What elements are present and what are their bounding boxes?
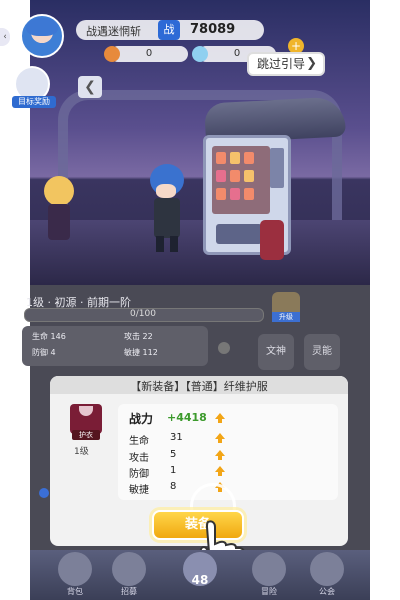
blonde-character bbox=[36, 170, 82, 250]
arrow-up-icon bbox=[214, 465, 226, 477]
chevron-right-icon: ❯ bbox=[306, 56, 317, 71]
item-level: 1级 bbox=[74, 447, 89, 457]
nav-adventure[interactable] bbox=[252, 552, 286, 586]
stat-hp: 生命 146 bbox=[32, 332, 66, 341]
stat-value-agility: 8 bbox=[170, 481, 177, 492]
item-tag: 护衣 bbox=[72, 430, 100, 440]
arrow-up-icon bbox=[214, 432, 226, 444]
back-arrow-button[interactable]: ❮ bbox=[78, 76, 102, 98]
stat-name-hp: 生命 bbox=[129, 436, 149, 447]
arrow-up-icon bbox=[214, 412, 226, 424]
nav-bag[interactable] bbox=[58, 552, 92, 586]
arrow-up-icon bbox=[214, 449, 226, 461]
nav-guild[interactable] bbox=[310, 552, 344, 586]
combat-power-value: 78089 bbox=[190, 22, 236, 37]
nav-label-guild: 公会 bbox=[319, 587, 335, 596]
coin-value: 0 bbox=[145, 48, 153, 59]
vending-slot bbox=[216, 224, 262, 244]
upgrade-label: 升级 bbox=[272, 312, 300, 322]
player-character bbox=[142, 160, 192, 255]
side-drawer-tab[interactable]: ‹ bbox=[0, 28, 10, 46]
stat-agility: 敏捷 112 bbox=[124, 348, 158, 357]
skip-guide-label: 跳过引导 bbox=[257, 57, 306, 71]
notification-dot bbox=[39, 488, 49, 498]
game-scene bbox=[30, 0, 370, 285]
skip-guide-button[interactable]: 跳过引导 ❯ bbox=[247, 52, 325, 76]
power-label: 战力 bbox=[129, 412, 154, 426]
stat-value-attack: 5 bbox=[170, 449, 177, 460]
combat-power-icon: 战 bbox=[158, 20, 180, 40]
wenshen-button[interactable]: 文神 bbox=[258, 334, 294, 370]
nav-label-recruit: 招募 bbox=[121, 587, 137, 596]
stat-attack: 攻击 22 bbox=[124, 332, 153, 341]
player-avatar[interactable] bbox=[20, 14, 64, 58]
nav-label-adventure: 冒险 bbox=[261, 587, 277, 596]
nav-label-bag: 背包 bbox=[67, 587, 83, 596]
lingneng-button[interactable]: 灵能 bbox=[304, 334, 340, 370]
player-name: 战遇迷惘斩 bbox=[86, 25, 141, 38]
center-count: 48 bbox=[191, 573, 209, 587]
stats-detail-toggle[interactable] bbox=[218, 342, 230, 354]
popup-title: 【新装备】【普通】纤维护服 bbox=[130, 380, 268, 393]
stat-value-hp: 31 bbox=[170, 432, 183, 443]
vending-side-panel bbox=[270, 148, 284, 188]
stat-name-attack: 攻击 bbox=[129, 453, 149, 464]
goal-reward-label: 目标奖励 bbox=[12, 96, 56, 108]
stat-defense: 防御 4 bbox=[32, 348, 56, 357]
exp-text: 0/100 bbox=[130, 309, 156, 319]
power-gain: +4418 bbox=[167, 411, 207, 424]
stat-value-defense: 1 bbox=[170, 465, 177, 476]
stat-name-agility: 敏捷 bbox=[129, 485, 149, 496]
luggage-prop bbox=[260, 220, 284, 260]
vending-glass bbox=[212, 146, 270, 214]
nav-recruit[interactable] bbox=[112, 552, 146, 586]
stat-name-defense: 防御 bbox=[129, 469, 149, 480]
